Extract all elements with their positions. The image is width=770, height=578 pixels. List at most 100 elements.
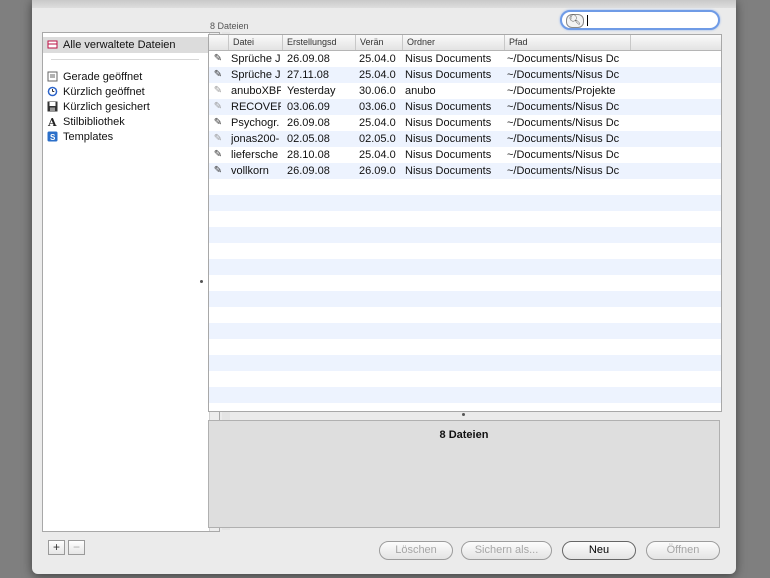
file-icon: ✎ [213,117,223,128]
sidebar-item-templates[interactable]: S Templates [47,129,113,145]
cell-datei: liefersche [231,149,279,161]
cell-ordner: Nisus Documents [405,149,492,161]
svg-text:A: A [47,116,57,127]
cell-pfad: ~/Documents/Nisus Dc [507,117,620,129]
sidebar-item-style-library[interactable]: A Stilbibliothek [47,114,125,130]
delete-button[interactable]: Löschen [379,541,453,560]
search-field[interactable]: 🔍︎ [560,10,720,30]
cell-erstellt: 26.09.08 [287,53,330,65]
file-icon: ✎ [213,101,223,112]
empty-row [209,291,721,307]
table-row[interactable]: ✎ vollkorn 26.09.08 26.09.0 Nisus Documents ~… [209,163,721,179]
cell-datei: vollkorn [231,165,269,177]
column-header-datei[interactable]: Datei [229,35,283,50]
empty-row [209,227,721,243]
cell-geaendert: 26.09.0 [359,165,396,177]
sidebar-item-label: Stilbibliothek [63,116,125,128]
svg-text:S: S [50,133,56,142]
table-row[interactable]: ✎ anuboXBF Yesterday 30.06.0 anubo ~/Document… [209,83,721,99]
empty-row [209,355,721,371]
sidebar-item-label: Gerade geöffnet [63,71,143,83]
info-splitter[interactable] [208,410,720,420]
file-icon: ✎ [213,133,223,144]
cell-erstellt: 26.09.08 [287,117,330,129]
sidebar-item-recently-saved[interactable]: Kürzlich gesichert [47,99,150,115]
sidebar-item-all-managed-files[interactable]: Alle verwaltete Dateien [43,37,211,53]
file-manager-window: 8 Dateien 🔍︎ Alle verwaltete Dateien Ger… [32,0,736,574]
open-button[interactable]: Öffnen [646,541,720,560]
file-list-table[interactable]: Datei Erstellungsd Verän Ordner Pfad ✎ Sp… [208,34,722,412]
info-title: 8 Dateien [439,429,489,441]
empty-row [209,195,721,211]
column-header-ordner[interactable]: Ordner [403,35,505,50]
cell-geaendert: 25.04.0 [359,69,396,81]
title-bar [32,0,736,8]
cell-geaendert: 25.04.0 [359,149,396,161]
cell-ordner: Nisus Documents [405,101,492,113]
file-count-label: 8 Dateien [210,21,249,31]
sidebar-item-label: Alle verwaltete Dateien [63,39,176,51]
cell-geaendert: 03.06.0 [359,101,396,113]
cell-pfad: ~/Documents/Nisus Dc [507,133,620,145]
cell-erstellt: 02.05.08 [287,133,330,145]
cell-ordner: Nisus Documents [405,117,492,129]
sidebar: Alle verwaltete Dateien Gerade geöffnet … [42,32,220,532]
remove-button[interactable]: − [68,540,85,555]
add-button[interactable]: + [48,540,65,555]
cell-erstellt: 27.11.08 [287,69,330,81]
cell-ordner: Nisus Documents [405,69,492,81]
column-header-erstellungsdatum[interactable]: Erstellungsd [283,35,356,50]
new-button[interactable]: Neu [562,541,636,560]
cell-datei: anuboXBF [231,85,281,97]
cell-ordner: Nisus Documents [405,133,492,145]
cell-erstellt: 03.06.09 [287,101,330,113]
cell-geaendert: 02.05.0 [359,133,396,145]
column-header-pfad[interactable]: Pfad [505,35,631,50]
table-row[interactable]: ✎ RECOVERI 03.06.09 03.06.0 Nisus Documents ~… [209,99,721,115]
sidebar-item-recently-opened-now[interactable]: Gerade geöffnet [47,69,142,85]
template-icon: S [47,131,58,142]
column-header-geaendert[interactable]: Verän [356,35,403,50]
cell-pfad: ~/Documents/Nisus Dc [507,69,620,81]
file-icon: ✎ [213,85,223,96]
table-row[interactable]: ✎ Sprüche J 26.09.08 25.04.0 Nisus Documents… [209,51,721,67]
cell-geaendert: 25.04.0 [359,53,396,65]
splitter-handle-dot[interactable] [462,413,465,416]
cell-geaendert: 30.06.0 [359,85,396,97]
floppy-disk-icon [47,101,58,112]
table-row[interactable]: ✎ jonas200- 02.05.08 02.05.0 Nisus Documents… [209,131,721,147]
cell-erstellt: 28.10.08 [287,149,330,161]
sidebar-separator [51,59,199,60]
sidebar-item-recently-opened[interactable]: Kürzlich geöffnet [47,84,145,100]
cell-datei: Sprüche J [231,53,281,65]
column-header-icon[interactable] [209,35,229,50]
table-row[interactable]: ✎ Sprüche J 27.11.08 25.04.0 Nisus Documents… [209,67,721,83]
file-icon: ✎ [213,69,223,80]
cell-datei: jonas200- [231,133,280,145]
cell-datei: Psychogr. [231,117,280,129]
style-library-icon: A [47,116,58,129]
empty-row [209,323,721,339]
cell-geaendert: 25.04.0 [359,117,396,129]
cell-datei: Sprüche J [231,69,281,81]
table-row[interactable]: ✎ Psychogr. 26.09.08 25.04.0 Nisus Documents… [209,115,721,131]
text-caret [587,15,588,26]
cell-pfad: ~/Documents/Projekte [507,85,616,97]
search-icon[interactable]: 🔍︎ [566,14,584,28]
sidebar-item-label: Templates [63,131,114,143]
cell-pfad: ~/Documents/Nisus Dc [507,149,620,161]
table-header: Datei Erstellungsd Verän Ordner Pfad [209,35,721,51]
sidebar-item-label: Kürzlich gesichert [63,101,150,113]
cell-pfad: ~/Documents/Nisus Dc [507,165,620,177]
column-header-empty [631,35,721,50]
empty-row [209,259,721,275]
cell-ordner: Nisus Documents [405,165,492,177]
cell-pfad: ~/Documents/Nisus Dc [507,101,620,113]
table-row[interactable]: ✎ liefersche 28.10.08 25.04.0 Nisus Document… [209,147,721,163]
save-as-button[interactable]: Sichern als... [461,541,552,560]
cell-pfad: ~/Documents/Nisus Dc [507,53,620,65]
sidebar-item-label: Kürzlich geöffnet [63,86,145,98]
splitter-handle-dot[interactable] [200,280,203,283]
clock-icon [47,86,58,97]
info-panel: 8 Dateien [208,420,720,528]
